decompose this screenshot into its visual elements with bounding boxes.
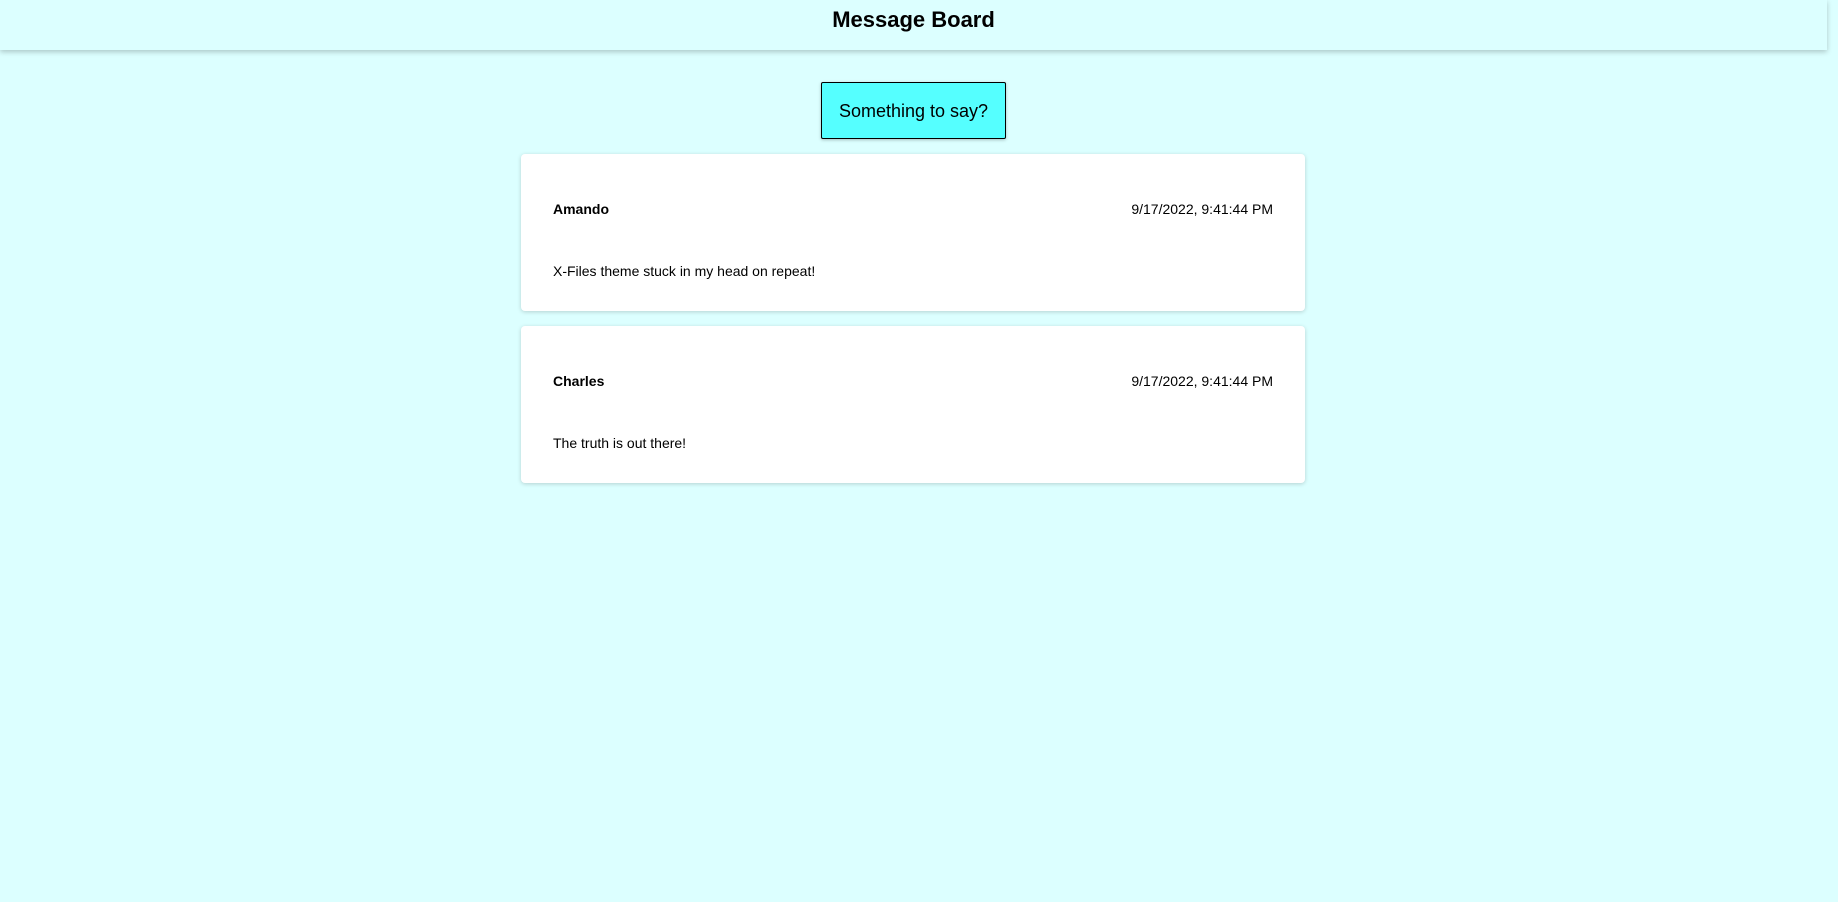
message-text: The truth is out there!: [553, 435, 687, 451]
message-card: Amando 9/17/2022, 9:41:44 PM X-Files the…: [521, 154, 1305, 311]
message-header: Amando 9/17/2022, 9:41:44 PM: [553, 201, 1273, 217]
message-author: Charles: [553, 373, 605, 389]
page-header: Message Board: [0, 0, 1827, 50]
message-list: Amando 9/17/2022, 9:41:44 PM X-Files the…: [521, 154, 1305, 498]
message-author: Amando: [553, 201, 609, 217]
message-header: Charles 9/17/2022, 9:41:44 PM: [553, 373, 1273, 389]
message-timestamp: 9/17/2022, 9:41:44 PM: [1131, 373, 1273, 389]
message-timestamp: 9/17/2022, 9:41:44 PM: [1131, 201, 1273, 217]
message-card: Charles 9/17/2022, 9:41:44 PM The truth …: [521, 326, 1305, 483]
message-text: X-Files theme stuck in my head on repeat…: [553, 263, 816, 279]
page-title: Message Board: [832, 7, 995, 32]
something-to-say-button[interactable]: Something to say?: [820, 82, 1007, 139]
compose-area: Something to say?: [0, 82, 1827, 139]
